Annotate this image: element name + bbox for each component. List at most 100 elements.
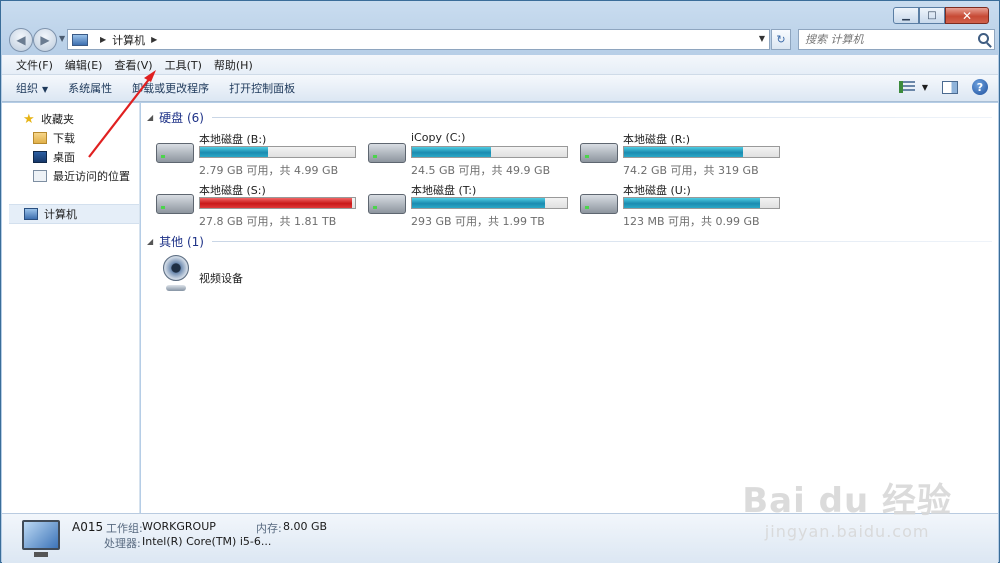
group-header-hard-disks[interactable]: ◢ 硬盘 (6): [147, 109, 992, 126]
open-control-panel-button[interactable]: 打开控制面板: [229, 80, 307, 96]
nav-favorites[interactable]: ★ 收藏夹: [23, 111, 74, 127]
group-header-other[interactable]: ◢ 其他 (1): [147, 233, 992, 250]
drive-item[interactable]: iCopy (C:) 24.5 GB 可用，共 49.9 GB: [368, 131, 573, 177]
back-arrow-icon: ◀: [16, 33, 26, 47]
drive-usage-fill: [412, 198, 546, 208]
watermark-logo: Bai du 经验: [742, 481, 952, 521]
drive-usage-bar: [199, 197, 356, 209]
group-divider: [211, 241, 992, 242]
nav-computer[interactable]: 计算机: [9, 204, 139, 224]
workgroup-label: 工作组:: [106, 522, 143, 535]
breadcrumb-computer[interactable]: 计算机: [112, 32, 145, 48]
watermark-url: jingyan.baidu.com: [764, 522, 930, 541]
computer-icon: [72, 33, 88, 46]
group-title: 硬盘 (6): [159, 111, 204, 125]
memory-label: 内存:: [256, 522, 282, 535]
drive-free-space: 24.5 GB 可用，共 49.9 GB: [411, 164, 551, 177]
drive-usage-bar: [411, 197, 568, 209]
drive-item[interactable]: 本地磁盘 (S:) 27.8 GB 可用，共 1.81 TB: [156, 182, 361, 228]
menu-help[interactable]: 帮助(H): [208, 57, 259, 73]
help-icon[interactable]: ?: [972, 79, 988, 95]
menu-file[interactable]: 文件(F): [10, 57, 59, 73]
minimize-button[interactable]: ▁: [893, 7, 919, 24]
hard-drive-icon: [156, 143, 194, 163]
workgroup-value: WORKGROUP: [142, 520, 216, 533]
search-input[interactable]: [805, 33, 965, 46]
drive-name: 本地磁盘 (U:): [623, 184, 691, 197]
search-icon[interactable]: [978, 33, 989, 44]
forward-button[interactable]: ▶: [33, 28, 57, 52]
webcam-icon: [163, 255, 189, 281]
change-view-button[interactable]: ▼: [898, 81, 928, 93]
computer-large-icon: [22, 520, 60, 557]
drive-item[interactable]: 本地磁盘 (T:) 293 GB 可用，共 1.99 TB: [368, 182, 573, 228]
system-properties-button[interactable]: 系统属性: [68, 80, 124, 96]
drive-usage-bar: [623, 146, 780, 158]
address-bar[interactable]: ▶ 计算机 ▶ ▼: [67, 29, 770, 50]
drive-usage-bar: [199, 146, 356, 158]
refresh-button[interactable]: ↻: [771, 29, 791, 50]
views-icon: [898, 81, 915, 93]
processor-value: Intel(R) Core(TM) i5-6...: [142, 535, 272, 548]
webcam-label[interactable]: 视频设备: [199, 270, 243, 286]
collapse-triangle-icon[interactable]: ◢: [147, 113, 153, 122]
nav-recent-places[interactable]: 最近访问的位置: [33, 168, 130, 184]
hard-drive-icon: [368, 143, 406, 163]
drive-free-space: 123 MB 可用，共 0.99 GB: [623, 215, 760, 228]
menu-edit[interactable]: 编辑(E): [59, 57, 109, 73]
maximize-icon: □: [927, 10, 937, 21]
collapse-triangle-icon[interactable]: ◢: [147, 237, 153, 246]
caption-buttons: ▁ □ ✕: [893, 7, 989, 24]
drive-usage-fill: [624, 198, 761, 208]
group-title: 其他 (1): [159, 235, 204, 249]
nav-recent-label: 最近访问的位置: [53, 170, 130, 183]
maximize-button[interactable]: □: [919, 7, 945, 24]
close-button[interactable]: ✕: [945, 7, 989, 24]
baidu-watermark: Bai du 经验 jingyan.baidu.com: [742, 473, 952, 541]
downloads-folder-icon: [33, 132, 47, 144]
processor-label: 处理器:: [104, 537, 141, 550]
webcam-stand: [166, 285, 186, 291]
content-pane: ◢ 硬盘 (6) 本地磁盘 (B:) 2.79 GB 可用，共 4.99 GB …: [141, 103, 998, 513]
nav-downloads-label: 下载: [53, 132, 75, 145]
forward-arrow-icon: ▶: [40, 33, 50, 47]
drive-name: 本地磁盘 (S:): [199, 184, 266, 197]
minimize-icon: ▁: [902, 10, 910, 21]
nav-desktop-label: 桌面: [53, 151, 75, 164]
drive-usage-fill: [624, 147, 744, 157]
address-row: ◀ ▶ ▼ ▶ 计算机 ▶ ▼ ↻: [7, 28, 995, 52]
breadcrumb-chevron-icon[interactable]: ▶: [100, 35, 106, 44]
computer-name: A015: [72, 520, 104, 534]
nav-desktop[interactable]: 桌面: [33, 149, 75, 165]
back-button[interactable]: ◀: [9, 28, 33, 52]
webcam-device[interactable]: [163, 255, 189, 291]
recent-pages-dropdown-icon[interactable]: ▼: [59, 34, 65, 43]
hard-drive-icon: [368, 194, 406, 214]
drive-name: 本地磁盘 (B:): [199, 133, 267, 146]
menu-view[interactable]: 查看(V): [108, 57, 158, 73]
menu-tools[interactable]: 工具(T): [159, 57, 208, 73]
address-dropdown-icon[interactable]: ▼: [759, 34, 765, 43]
nav-computer-label: 计算机: [44, 208, 77, 221]
breadcrumb-chevron-icon[interactable]: ▶: [151, 35, 157, 44]
organize-label: 组织: [16, 82, 38, 95]
nav-downloads[interactable]: 下载: [33, 130, 75, 146]
drive-name: iCopy (C:): [411, 131, 466, 144]
organize-button[interactable]: 组织 ▼: [16, 80, 60, 96]
search-box[interactable]: [798, 29, 995, 50]
drive-usage-fill: [200, 198, 352, 208]
drive-usage-bar: [623, 197, 780, 209]
hard-drive-icon: [580, 194, 618, 214]
command-bar-right: ▼ ?: [898, 79, 988, 95]
drive-name: 本地磁盘 (T:): [411, 184, 477, 197]
drive-name: 本地磁盘 (R:): [623, 133, 691, 146]
chevron-down-icon: ▼: [42, 85, 49, 94]
uninstall-program-button[interactable]: 卸载或更改程序: [132, 80, 221, 96]
drive-free-space: 2.79 GB 可用，共 4.99 GB: [199, 164, 339, 177]
drive-item[interactable]: 本地磁盘 (R:) 74.2 GB 可用，共 319 GB: [580, 131, 785, 177]
preview-pane-icon[interactable]: [942, 80, 958, 94]
command-bar: 组织 ▼ 系统属性 卸载或更改程序 打开控制面板 ▼ ?: [2, 75, 998, 102]
drive-item[interactable]: 本地磁盘 (B:) 2.79 GB 可用，共 4.99 GB: [156, 131, 361, 177]
drive-item[interactable]: 本地磁盘 (U:) 123 MB 可用，共 0.99 GB: [580, 182, 785, 228]
navigation-pane: ★ 收藏夹 下载 桌面 最近访问的位置 计算机: [2, 103, 140, 513]
